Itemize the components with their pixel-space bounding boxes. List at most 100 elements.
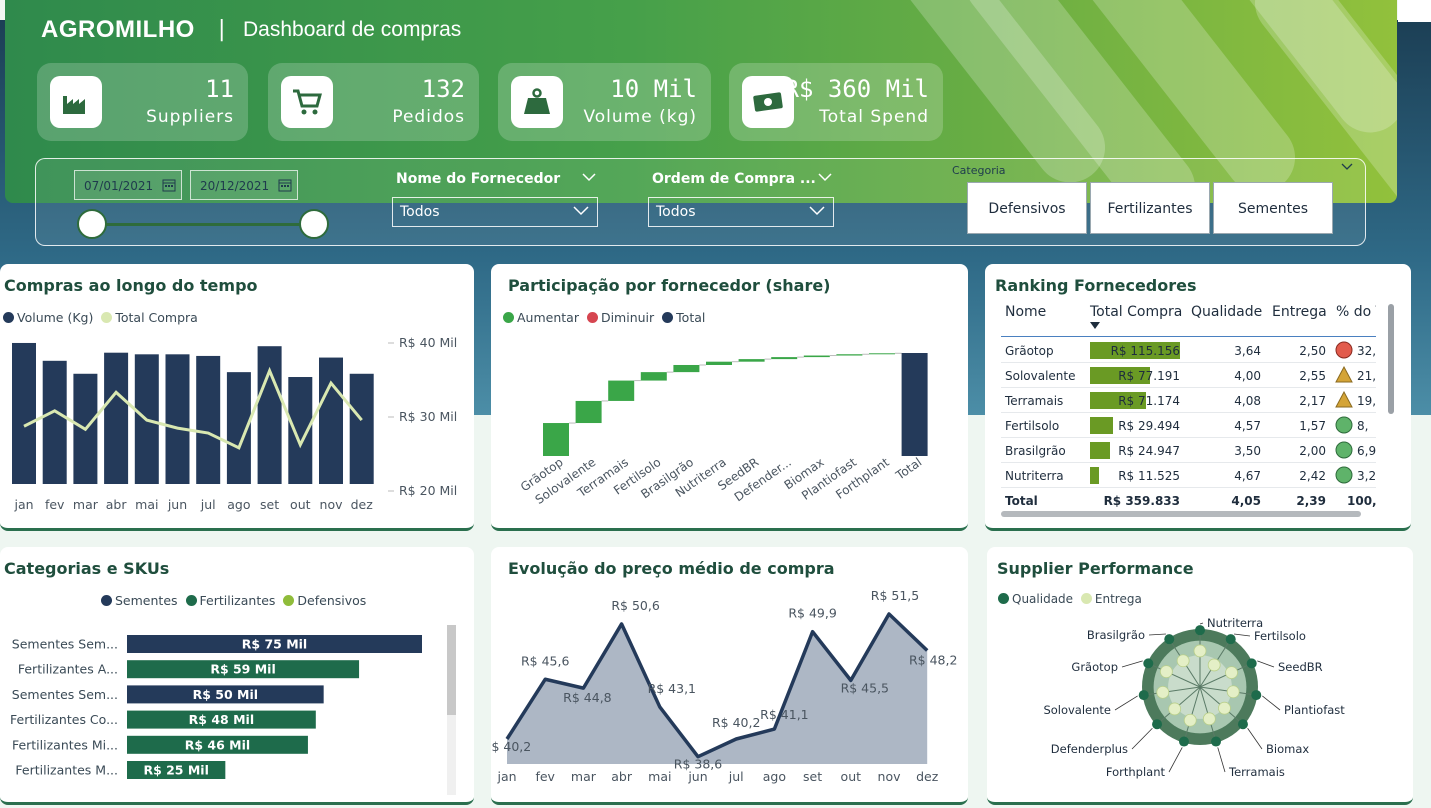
qualidade: 4,08	[1234, 394, 1261, 408]
date-end-input[interactable]: 20/12/2021	[190, 170, 298, 200]
qualidade-point	[1211, 736, 1222, 747]
radar-leader-line	[1257, 660, 1275, 668]
volume-bar	[196, 355, 221, 484]
increase-bar	[575, 400, 602, 424]
radar-leader-line	[1121, 660, 1143, 668]
chevron-down-icon[interactable]	[1341, 162, 1353, 172]
qualidade-point	[1195, 625, 1205, 636]
x-tick-label: set	[260, 497, 279, 512]
x-tick-label: ago	[227, 497, 250, 512]
radar-leader-line	[1262, 695, 1281, 711]
order-select[interactable]: Todos	[648, 197, 834, 227]
radar-axis-label: SeedBR	[1278, 660, 1323, 674]
chevron-down-icon[interactable]	[582, 171, 596, 183]
table-total-row: Total R$ 359.833 4,05 2,39 100,0	[1001, 488, 1376, 512]
bar-value-label: R$ 48 Mil	[189, 712, 254, 727]
amber-triangle-icon	[1335, 366, 1353, 383]
kpi-volume: 10 Mil Volume (kg)	[498, 63, 711, 141]
data-label: R$ 40,2	[491, 739, 531, 754]
table-row[interactable]: Grãotop R$ 115.156 3,64 2,50 32,0	[1001, 338, 1376, 363]
column-header[interactable]: Total Compra	[1090, 304, 1182, 320]
total-compra: R$ 77.191	[1118, 369, 1180, 383]
entrega-point	[1193, 644, 1207, 658]
table-row[interactable]: Nutriterra R$ 11.525 4,67 2,42 3,2	[1001, 463, 1376, 488]
category-button-sementes[interactable]: Sementes	[1213, 182, 1333, 234]
kpi-label: Total Spend	[819, 107, 929, 127]
bar-value-label: R$ 75 Mil	[242, 637, 307, 652]
increase-bar	[706, 361, 732, 365]
entrega: 1,57	[1299, 419, 1326, 433]
kpi-value: 11	[205, 75, 234, 103]
date-slider-end-handle[interactable]	[299, 209, 329, 239]
card-participacao: Participação por fornecedor (share) Aume…	[491, 264, 968, 531]
radar-axis-label: Plantiofast	[1284, 703, 1345, 717]
horizontal-scrollbar[interactable]	[1001, 511, 1361, 517]
chevron-down-icon	[809, 206, 825, 216]
total-compra: R$ 71.174	[1118, 394, 1180, 408]
radar-leader-line	[1247, 728, 1263, 750]
supplier-select[interactable]: Todos	[392, 197, 598, 227]
total-pct: 100,0	[1347, 494, 1376, 508]
entrega: 2,55	[1299, 369, 1326, 383]
total-label: Total	[1005, 494, 1038, 508]
corner-white	[1398, 0, 1431, 22]
pct-total: 8,	[1357, 419, 1369, 433]
date-slider-start-handle[interactable]	[77, 209, 107, 239]
total-data-bar	[1090, 467, 1099, 484]
radar-axis-label: Grãotop	[1071, 660, 1118, 674]
total-bar	[901, 353, 928, 456]
radar-leader-line	[1148, 633, 1166, 636]
y-tick-label: Fertilizantes A...	[18, 662, 118, 677]
table-row[interactable]: Brasilgrão R$ 24.947 3,50 2,00 6,9	[1001, 438, 1376, 463]
entrega-point	[1202, 712, 1216, 726]
date-start-input[interactable]: 07/01/2021	[74, 170, 182, 200]
card-categorias: Categorias e SKUs Sementes Fertilizantes…	[0, 547, 474, 805]
column-header[interactable]: Nome	[1005, 304, 1046, 320]
data-label: R$ 44,8	[563, 690, 611, 705]
kpi-value: 10 Mil	[610, 75, 697, 103]
x-tick-label: dez	[916, 769, 939, 784]
category-filter-title: Categoria	[952, 164, 1006, 177]
y-tick-label: Sementes Sem...	[12, 637, 118, 652]
increase-bar	[543, 423, 569, 456]
scroll-thumb[interactable]	[447, 625, 456, 715]
increase-bar	[640, 372, 667, 381]
qualidade-point	[1251, 690, 1262, 701]
qualidade-point	[1143, 658, 1154, 669]
qualidade-point	[1152, 719, 1163, 730]
category-button-defensivos[interactable]: Defensivos	[967, 182, 1087, 234]
supplier-name: Terramais	[1005, 394, 1064, 408]
date-slider-track[interactable]	[93, 223, 315, 226]
chevron-down-icon[interactable]	[818, 171, 832, 183]
volume-bar	[42, 360, 67, 484]
table-row[interactable]: Solovalente R$ 77.191 4,00 2,55 21,4	[1001, 363, 1376, 388]
volume-bar	[165, 354, 190, 484]
entrega-point	[1176, 654, 1190, 668]
x-tick-label: abr	[611, 769, 633, 784]
radar-axis-label: Brasilgrão	[1087, 628, 1145, 642]
data-label: R$ 48,2	[909, 653, 957, 668]
table-row[interactable]: Fertilsolo R$ 29.494 4,57 1,57 8,	[1001, 413, 1376, 438]
qualidade: 3,50	[1234, 444, 1261, 458]
column-header[interactable]: Entrega	[1272, 304, 1327, 320]
column-header[interactable]: % do To	[1336, 304, 1376, 320]
table-row[interactable]: Terramais R$ 71.174 4,08 2,17 19,7	[1001, 388, 1376, 413]
column-header[interactable]: Qualidade	[1191, 304, 1262, 320]
vertical-scrollbar[interactable]	[1388, 304, 1394, 414]
increase-bar	[673, 364, 700, 373]
x-tick-label: jan	[13, 497, 33, 512]
x-tick-label: fev	[45, 497, 65, 512]
volume-bar	[104, 352, 129, 484]
header-divider	[1001, 336, 1376, 337]
amber-triangle-icon	[1335, 391, 1353, 408]
total-qualidade: 4,05	[1231, 494, 1261, 508]
radar-axis-label: Solovalente	[1043, 703, 1111, 717]
scroll-track[interactable]	[447, 625, 456, 795]
category-button-fertilizantes[interactable]: Fertilizantes	[1090, 182, 1210, 234]
red-circle-icon	[1335, 341, 1353, 359]
total-value: R$ 359.833	[1103, 494, 1180, 508]
y2-tick-label: R$ 40 Mil	[399, 335, 457, 350]
page-title: Dashboard de compras	[243, 18, 462, 41]
y2-tick-label: R$ 20 Mil	[399, 483, 457, 498]
radar-axis-label: Terramais	[1228, 765, 1285, 779]
